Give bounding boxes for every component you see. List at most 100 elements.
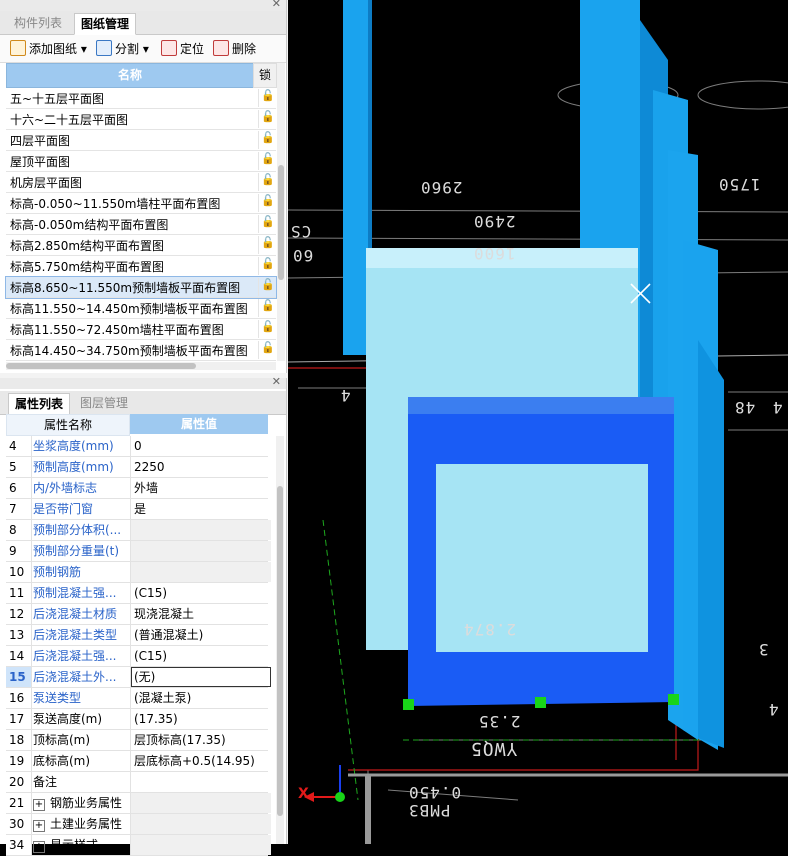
lock-icon[interactable]: 🔓 [258, 341, 277, 359]
property-row[interactable]: 18 顶标高(m) 层顶标高(17.35) [6, 730, 268, 751]
property-value[interactable]: 现浇混凝土 [131, 604, 271, 624]
property-row[interactable]: 19 底标高(m) 层底标高+0.5(14.95) [6, 751, 268, 772]
property-index: 4 [6, 436, 32, 456]
close-icon[interactable]: ✕ [272, 0, 281, 10]
property-value[interactable]: 2250 [131, 457, 271, 477]
drawing-row[interactable]: 标高14.450~34.750m预制墙板平面布置图 🔓 [6, 340, 276, 361]
lock-icon[interactable]: 🔓 [258, 131, 277, 149]
expand-icon[interactable]: + [33, 799, 45, 811]
drawing-row[interactable]: 十六~二十五层平面图 🔓 [6, 109, 276, 130]
property-value[interactable] [131, 772, 271, 792]
property-index: 14 [6, 646, 32, 666]
property-row[interactable]: 5 预制高度(mm) 2250 [6, 457, 268, 478]
property-row[interactable]: 11 预制混凝土强... (C15) [6, 583, 268, 604]
add-drawing-button[interactable]: 添加图纸 ▾ [10, 40, 87, 57]
property-value[interactable]: 层底标高+0.5(14.95) [131, 751, 271, 771]
property-value[interactable]: (C15) [131, 583, 271, 603]
property-row[interactable]: 6 内/外墙标志 外墙 [6, 478, 268, 499]
scroll-thumb[interactable] [277, 486, 283, 816]
lock-icon[interactable]: 🔓 [258, 89, 277, 107]
property-value[interactable]: (混凝土泵) [131, 688, 271, 708]
scroll-thumb[interactable] [6, 363, 196, 369]
delete-button[interactable]: 删除 [213, 40, 256, 57]
property-value[interactable] [131, 562, 271, 582]
property-index: 19 [6, 751, 32, 771]
property-value[interactable]: (C15) [131, 646, 271, 666]
lock-icon[interactable]: 🔓 [258, 278, 277, 296]
drawing-row[interactable]: 标高-0.050~11.550m墙柱平面布置图 🔓 [6, 193, 276, 214]
scroll-thumb[interactable] [278, 165, 284, 280]
panel-titlebar: ✕ [0, 0, 286, 11]
drawing-row[interactable]: 标高8.650~11.550m预制墙板平面布置图 🔓 [5, 276, 277, 299]
tab-layer-management[interactable]: 图层管理 [74, 393, 134, 413]
expand-icon[interactable]: + [33, 841, 45, 853]
property-row[interactable]: 16 泵送类型 (混凝土泵) [6, 688, 268, 709]
property-value[interactable]: 层顶标高(17.35) [131, 730, 271, 750]
tab-drawing-management[interactable]: 图纸管理 [74, 13, 137, 35]
lock-icon[interactable]: 🔓 [258, 215, 277, 233]
column-header-lock[interactable]: 锁 [253, 63, 277, 88]
drawing-row[interactable]: 标高5.750m结构平面布置图 🔓 [6, 256, 276, 277]
lock-icon[interactable]: 🔓 [258, 152, 277, 170]
lock-icon[interactable]: 🔓 [258, 320, 277, 338]
tab-component-list[interactable]: 构件列表 [8, 13, 68, 33]
property-row[interactable]: 20 备注 [6, 772, 268, 793]
drawing-row[interactable]: 屋顶平面图 🔓 [6, 151, 276, 172]
property-row[interactable]: 12 后浇混凝土材质 现浇混凝土 [6, 604, 268, 625]
property-row[interactable]: 34 + 显示样式 [6, 835, 271, 856]
lock-icon[interactable]: 🔓 [258, 110, 277, 128]
property-value[interactable]: (普通混凝土) [131, 625, 271, 645]
property-value[interactable] [131, 835, 271, 855]
property-row[interactable]: 14 后浇混凝土强... (C15) [6, 646, 268, 667]
drawing-row[interactable]: 机房层平面图 🔓 [6, 172, 276, 193]
property-value[interactable]: (17.35) [131, 709, 271, 729]
lock-icon[interactable]: 🔓 [258, 257, 277, 275]
lock-icon[interactable]: 🔓 [258, 236, 277, 254]
column-header-name[interactable]: 名称 [6, 63, 254, 88]
drawing-row[interactable]: 标高2.850m结构平面布置图 🔓 [6, 235, 276, 256]
expand-icon[interactable]: + [33, 820, 45, 832]
property-value[interactable] [131, 793, 271, 813]
drawing-list-hscroll[interactable] [6, 362, 276, 370]
property-row[interactable]: 15 后浇混凝土外... (无) [6, 667, 271, 688]
drawing-name: 标高11.550~72.450m墙柱平面布置图 [10, 323, 224, 337]
property-value[interactable] [131, 520, 271, 540]
drawing-row[interactable]: 标高-0.050m结构平面布置图 🔓 [6, 214, 276, 235]
column-header-property-value[interactable]: 属性值 [130, 414, 268, 434]
locate-button[interactable]: 定位 [161, 40, 204, 57]
property-value[interactable] [131, 814, 271, 834]
property-row[interactable]: 13 后浇混凝土类型 (普通混凝土) [6, 625, 268, 646]
tab-property-list[interactable]: 属性列表 [8, 393, 71, 415]
column-header-property-name[interactable]: 属性名称 [6, 414, 130, 436]
drawing-list-vscroll[interactable] [277, 63, 285, 361]
drawing-row[interactable]: 四层平面图 🔓 [6, 130, 276, 151]
3d-viewport[interactable]: 2960 2490 1600 1750 2.874 YWQ5 2.35 0.45… [288, 0, 788, 844]
property-row[interactable]: 30 + 土建业务属性 [6, 814, 271, 835]
property-list-vscroll[interactable] [276, 436, 284, 844]
property-value[interactable]: 0 [131, 436, 271, 456]
drawing-row[interactable]: 五~十五层平面图 🔓 [6, 88, 276, 109]
lock-icon[interactable]: 🔓 [258, 299, 277, 317]
property-name: 预制部分重量(t) [31, 541, 131, 561]
property-row[interactable]: 9 预制部分重量(t) [6, 541, 271, 562]
property-name: 预制高度(mm) [31, 457, 131, 477]
lock-icon[interactable]: 🔓 [258, 194, 277, 212]
split-button[interactable]: 分割 ▾ [96, 40, 149, 57]
property-name-text: 预制部分体积(... [33, 523, 122, 537]
property-row[interactable]: 17 泵送高度(m) (17.35) [6, 709, 268, 730]
lock-icon[interactable]: 🔓 [258, 173, 277, 191]
property-row[interactable]: 8 预制部分体积(... [6, 520, 271, 541]
property-value[interactable]: 外墙 [131, 478, 271, 498]
property-row[interactable]: 10 预制钢筋 [6, 562, 271, 583]
property-name-text: 内/外墙标志 [33, 481, 98, 495]
property-row[interactable]: 4 坐浆高度(mm) 0 [6, 436, 268, 457]
property-index: 11 [6, 583, 32, 603]
property-value[interactable] [131, 541, 271, 561]
drawing-row[interactable]: 标高11.550~14.450m预制墙板平面布置图 🔓 [6, 298, 276, 319]
property-row[interactable]: 7 是否带门窗 是 [6, 499, 268, 520]
drawing-row[interactable]: 标高11.550~72.450m墙柱平面布置图 🔓 [6, 319, 276, 340]
close-icon[interactable]: ✕ [272, 375, 281, 388]
property-value[interactable]: (无) [131, 667, 271, 687]
property-row[interactable]: 21 + 钢筋业务属性 [6, 793, 271, 814]
property-value[interactable]: 是 [131, 499, 271, 519]
